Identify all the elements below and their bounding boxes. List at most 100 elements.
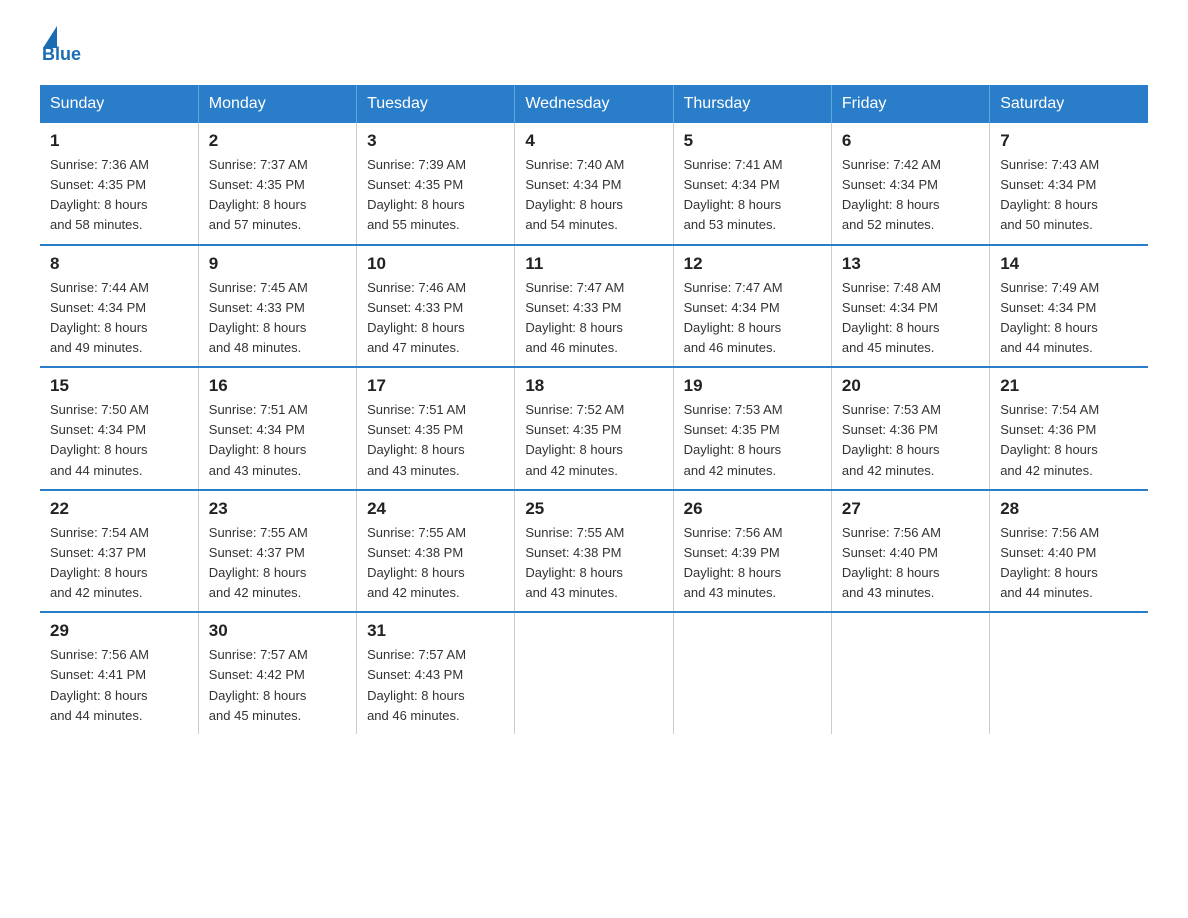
- day-cell: 2 Sunrise: 7:37 AM Sunset: 4:35 PM Dayli…: [198, 123, 356, 245]
- day-cell: 27 Sunrise: 7:56 AM Sunset: 4:40 PM Dayl…: [831, 490, 989, 613]
- day-info: Sunrise: 7:41 AM Sunset: 4:34 PM Dayligh…: [684, 155, 821, 236]
- day-number: 13: [842, 254, 979, 274]
- day-info: Sunrise: 7:48 AM Sunset: 4:34 PM Dayligh…: [842, 278, 979, 359]
- header-wednesday: Wednesday: [515, 85, 673, 123]
- day-cell: 14 Sunrise: 7:49 AM Sunset: 4:34 PM Dayl…: [990, 245, 1148, 368]
- day-cell: 25 Sunrise: 7:55 AM Sunset: 4:38 PM Dayl…: [515, 490, 673, 613]
- day-cell: 10 Sunrise: 7:46 AM Sunset: 4:33 PM Dayl…: [357, 245, 515, 368]
- week-row-5: 29 Sunrise: 7:56 AM Sunset: 4:41 PM Dayl…: [40, 612, 1148, 734]
- header-thursday: Thursday: [673, 85, 831, 123]
- day-number: 1: [50, 131, 188, 151]
- day-cell: 30 Sunrise: 7:57 AM Sunset: 4:42 PM Dayl…: [198, 612, 356, 734]
- day-cell: 20 Sunrise: 7:53 AM Sunset: 4:36 PM Dayl…: [831, 367, 989, 490]
- day-cell: 26 Sunrise: 7:56 AM Sunset: 4:39 PM Dayl…: [673, 490, 831, 613]
- page-header: Blue: [40, 30, 1148, 65]
- day-number: 16: [209, 376, 346, 396]
- day-cell: 28 Sunrise: 7:56 AM Sunset: 4:40 PM Dayl…: [990, 490, 1148, 613]
- day-number: 30: [209, 621, 346, 641]
- day-number: 14: [1000, 254, 1138, 274]
- day-cell: 4 Sunrise: 7:40 AM Sunset: 4:34 PM Dayli…: [515, 123, 673, 245]
- day-info: Sunrise: 7:55 AM Sunset: 4:37 PM Dayligh…: [209, 523, 346, 604]
- logo-subtitle: Blue: [40, 44, 81, 65]
- day-info: Sunrise: 7:51 AM Sunset: 4:35 PM Dayligh…: [367, 400, 504, 481]
- day-cell: 11 Sunrise: 7:47 AM Sunset: 4:33 PM Dayl…: [515, 245, 673, 368]
- day-info: Sunrise: 7:50 AM Sunset: 4:34 PM Dayligh…: [50, 400, 188, 481]
- day-number: 29: [50, 621, 188, 641]
- day-cell: 8 Sunrise: 7:44 AM Sunset: 4:34 PM Dayli…: [40, 245, 198, 368]
- day-cell: 17 Sunrise: 7:51 AM Sunset: 4:35 PM Dayl…: [357, 367, 515, 490]
- day-number: 24: [367, 499, 504, 519]
- day-cell: 5 Sunrise: 7:41 AM Sunset: 4:34 PM Dayli…: [673, 123, 831, 245]
- day-info: Sunrise: 7:55 AM Sunset: 4:38 PM Dayligh…: [367, 523, 504, 604]
- day-number: 19: [684, 376, 821, 396]
- day-cell: 6 Sunrise: 7:42 AM Sunset: 4:34 PM Dayli…: [831, 123, 989, 245]
- day-info: Sunrise: 7:57 AM Sunset: 4:43 PM Dayligh…: [367, 645, 504, 726]
- day-cell: [515, 612, 673, 734]
- day-cell: 18 Sunrise: 7:52 AM Sunset: 4:35 PM Dayl…: [515, 367, 673, 490]
- day-cell: 15 Sunrise: 7:50 AM Sunset: 4:34 PM Dayl…: [40, 367, 198, 490]
- day-number: 10: [367, 254, 504, 274]
- day-info: Sunrise: 7:42 AM Sunset: 4:34 PM Dayligh…: [842, 155, 979, 236]
- day-number: 23: [209, 499, 346, 519]
- day-number: 9: [209, 254, 346, 274]
- calendar-table: SundayMondayTuesdayWednesdayThursdayFrid…: [40, 85, 1148, 734]
- day-cell: 1 Sunrise: 7:36 AM Sunset: 4:35 PM Dayli…: [40, 123, 198, 245]
- day-number: 8: [50, 254, 188, 274]
- day-info: Sunrise: 7:49 AM Sunset: 4:34 PM Dayligh…: [1000, 278, 1138, 359]
- header-sunday: Sunday: [40, 85, 198, 123]
- day-number: 21: [1000, 376, 1138, 396]
- day-number: 31: [367, 621, 504, 641]
- day-info: Sunrise: 7:45 AM Sunset: 4:33 PM Dayligh…: [209, 278, 346, 359]
- day-info: Sunrise: 7:56 AM Sunset: 4:40 PM Dayligh…: [1000, 523, 1138, 604]
- day-number: 17: [367, 376, 504, 396]
- day-number: 18: [525, 376, 662, 396]
- day-info: Sunrise: 7:46 AM Sunset: 4:33 PM Dayligh…: [367, 278, 504, 359]
- day-number: 7: [1000, 131, 1138, 151]
- day-number: 20: [842, 376, 979, 396]
- day-info: Sunrise: 7:37 AM Sunset: 4:35 PM Dayligh…: [209, 155, 346, 236]
- day-cell: 24 Sunrise: 7:55 AM Sunset: 4:38 PM Dayl…: [357, 490, 515, 613]
- day-cell: [990, 612, 1148, 734]
- day-info: Sunrise: 7:53 AM Sunset: 4:35 PM Dayligh…: [684, 400, 821, 481]
- header-saturday: Saturday: [990, 85, 1148, 123]
- day-info: Sunrise: 7:56 AM Sunset: 4:41 PM Dayligh…: [50, 645, 188, 726]
- day-cell: 3 Sunrise: 7:39 AM Sunset: 4:35 PM Dayli…: [357, 123, 515, 245]
- day-number: 3: [367, 131, 504, 151]
- day-number: 4: [525, 131, 662, 151]
- day-cell: 13 Sunrise: 7:48 AM Sunset: 4:34 PM Dayl…: [831, 245, 989, 368]
- day-info: Sunrise: 7:53 AM Sunset: 4:36 PM Dayligh…: [842, 400, 979, 481]
- day-info: Sunrise: 7:36 AM Sunset: 4:35 PM Dayligh…: [50, 155, 188, 236]
- logo: Blue: [40, 30, 81, 65]
- day-cell: 22 Sunrise: 7:54 AM Sunset: 4:37 PM Dayl…: [40, 490, 198, 613]
- day-cell: 29 Sunrise: 7:56 AM Sunset: 4:41 PM Dayl…: [40, 612, 198, 734]
- week-row-2: 8 Sunrise: 7:44 AM Sunset: 4:34 PM Dayli…: [40, 245, 1148, 368]
- day-cell: 9 Sunrise: 7:45 AM Sunset: 4:33 PM Dayli…: [198, 245, 356, 368]
- day-info: Sunrise: 7:51 AM Sunset: 4:34 PM Dayligh…: [209, 400, 346, 481]
- day-number: 5: [684, 131, 821, 151]
- header-friday: Friday: [831, 85, 989, 123]
- day-info: Sunrise: 7:54 AM Sunset: 4:36 PM Dayligh…: [1000, 400, 1138, 481]
- day-number: 6: [842, 131, 979, 151]
- header-tuesday: Tuesday: [357, 85, 515, 123]
- week-row-3: 15 Sunrise: 7:50 AM Sunset: 4:34 PM Dayl…: [40, 367, 1148, 490]
- day-number: 28: [1000, 499, 1138, 519]
- day-info: Sunrise: 7:54 AM Sunset: 4:37 PM Dayligh…: [50, 523, 188, 604]
- day-number: 11: [525, 254, 662, 274]
- day-number: 12: [684, 254, 821, 274]
- day-number: 25: [525, 499, 662, 519]
- day-info: Sunrise: 7:47 AM Sunset: 4:34 PM Dayligh…: [684, 278, 821, 359]
- day-cell: 23 Sunrise: 7:55 AM Sunset: 4:37 PM Dayl…: [198, 490, 356, 613]
- day-cell: 7 Sunrise: 7:43 AM Sunset: 4:34 PM Dayli…: [990, 123, 1148, 245]
- day-number: 15: [50, 376, 188, 396]
- day-cell: [673, 612, 831, 734]
- day-cell: 16 Sunrise: 7:51 AM Sunset: 4:34 PM Dayl…: [198, 367, 356, 490]
- week-row-4: 22 Sunrise: 7:54 AM Sunset: 4:37 PM Dayl…: [40, 490, 1148, 613]
- day-number: 2: [209, 131, 346, 151]
- day-cell: [831, 612, 989, 734]
- day-info: Sunrise: 7:55 AM Sunset: 4:38 PM Dayligh…: [525, 523, 662, 604]
- calendar-header-row: SundayMondayTuesdayWednesdayThursdayFrid…: [40, 85, 1148, 123]
- day-info: Sunrise: 7:56 AM Sunset: 4:39 PM Dayligh…: [684, 523, 821, 604]
- day-cell: 19 Sunrise: 7:53 AM Sunset: 4:35 PM Dayl…: [673, 367, 831, 490]
- day-info: Sunrise: 7:40 AM Sunset: 4:34 PM Dayligh…: [525, 155, 662, 236]
- day-cell: 21 Sunrise: 7:54 AM Sunset: 4:36 PM Dayl…: [990, 367, 1148, 490]
